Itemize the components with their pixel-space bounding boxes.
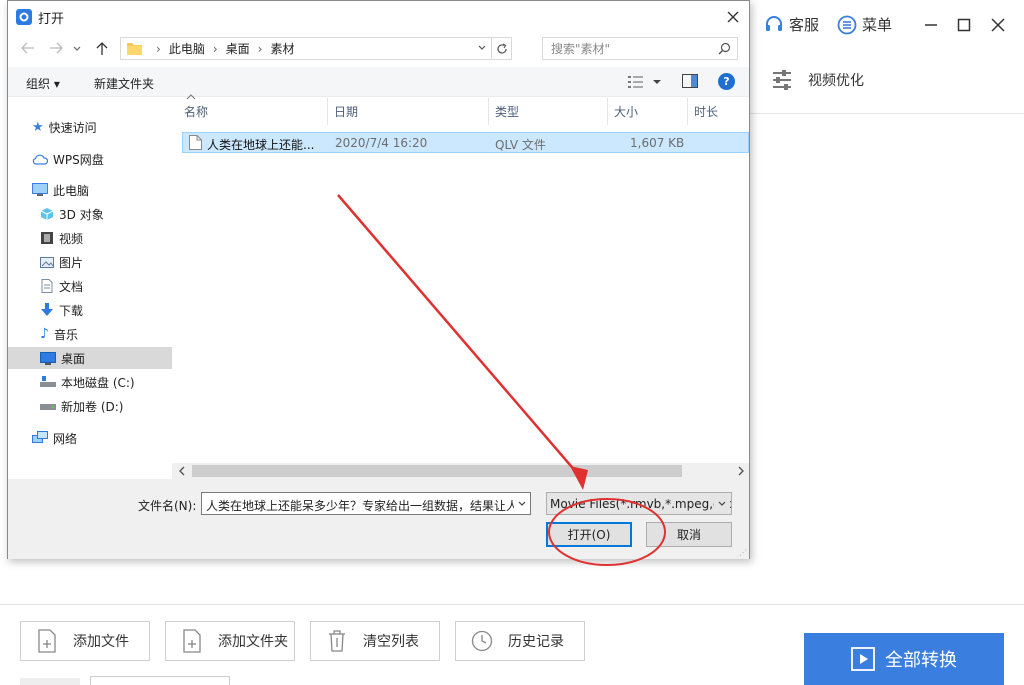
red-annotation-overlay <box>337 194 666 566</box>
annotation-circle <box>548 498 666 566</box>
annotation-arrow-head-icon <box>570 466 588 490</box>
annotation-arrow-shaft <box>337 194 584 481</box>
